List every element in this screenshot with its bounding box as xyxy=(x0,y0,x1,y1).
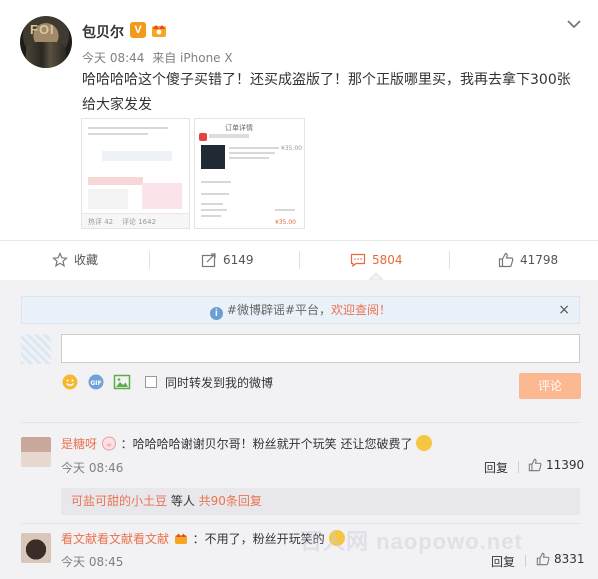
thumb-footer-left: 热评 42 xyxy=(88,218,114,226)
weibo-post: FOI 包贝尔 V 今天 08:44 来自 iPhone X 哈哈哈哈这个傻子买… xyxy=(0,0,598,240)
crown-icon xyxy=(152,25,166,37)
subreply-count[interactable]: 共90条回复 xyxy=(199,494,262,508)
subreply-middle: 等人 xyxy=(167,494,199,508)
post-meta: 今天 08:44 来自 iPhone X xyxy=(82,49,233,66)
submit-comment-button[interactable]: 评论 xyxy=(519,373,581,399)
active-tab-pointer xyxy=(369,272,383,280)
watermark: 百人网 naopowo.net xyxy=(300,529,523,554)
comment-user[interactable]: 是糖呀 xyxy=(61,437,97,451)
notice-text[interactable]: #微博辟谣#平台， xyxy=(227,303,331,317)
laugh-emoji-icon xyxy=(416,435,433,451)
notice-welcome[interactable]: 欢迎查阅！ xyxy=(331,303,391,317)
svg-text:GIF: GIF xyxy=(90,380,101,387)
emoji-icon[interactable] xyxy=(61,373,79,391)
favorite-button[interactable]: 收藏 xyxy=(52,241,98,279)
thumb-up-icon xyxy=(528,458,542,472)
avatar-logo-text: FOI xyxy=(30,22,55,37)
comment-like-count: 11390 xyxy=(546,458,585,472)
gif-icon[interactable]: GIF xyxy=(87,373,105,391)
thumb-total: ¥35.00 xyxy=(275,219,296,226)
star-icon xyxy=(52,252,68,268)
reply-button[interactable]: 回复 xyxy=(484,459,508,476)
thumb-up-icon xyxy=(498,252,514,268)
comment-like-button[interactable]: 8331 xyxy=(536,552,585,566)
repost-checkbox-label: 同时转发到我的微博 xyxy=(165,375,274,390)
repost-checkbox[interactable] xyxy=(145,376,157,388)
crown-icon xyxy=(174,533,187,544)
author-avatar[interactable]: FOI xyxy=(20,16,72,68)
comment-icon xyxy=(350,253,366,268)
close-icon[interactable]: × xyxy=(558,297,570,323)
comment-user[interactable]: 看文献看文献看文献 xyxy=(61,532,169,546)
repost-count: 6149 xyxy=(223,253,254,267)
comment-text: ：哈哈哈哈谢谢贝尔哥！粉丝就开个玩笑 还让您破费了 xyxy=(120,437,413,451)
author-name[interactable]: 包贝尔 xyxy=(82,22,124,42)
comment-body: 是糖呀 ：哈哈哈哈谢谢贝尔哥！粉丝就开个玩笑 还让您破费了 xyxy=(61,435,433,453)
subreply-user[interactable]: 可盐可甜的小土豆 xyxy=(71,494,167,508)
comment-like-button[interactable]: 11390 xyxy=(528,458,584,472)
comment-tools: GIF 同时转发到我的微博 xyxy=(61,372,273,392)
thumb-up-icon xyxy=(536,552,550,566)
like-button[interactable]: 41798 xyxy=(498,241,558,279)
post-time[interactable]: 今天 08:44 xyxy=(82,51,144,65)
pig-icon xyxy=(101,436,116,451)
verified-badge: V xyxy=(130,22,146,38)
post-image-1[interactable]: 热评 42 评论 1642 xyxy=(81,118,190,229)
comment-avatar[interactable] xyxy=(21,533,51,563)
rumor-notice: i #微博辟谣#平台，欢迎查阅！ × xyxy=(21,296,580,324)
favorite-label: 收藏 xyxy=(74,253,99,267)
share-icon xyxy=(201,253,216,268)
comment-time: 今天 08:46 xyxy=(61,461,124,475)
avatar-figures xyxy=(26,42,66,68)
picture-icon[interactable] xyxy=(113,373,131,391)
comment-avatar[interactable] xyxy=(21,437,51,467)
thumb-header: 订单详情 xyxy=(225,124,253,132)
comment-time: 今天 08:45 xyxy=(61,555,124,569)
my-avatar xyxy=(21,334,51,364)
thumb-price: ¥35.00 xyxy=(281,145,302,152)
repost-button[interactable]: 6149 xyxy=(201,241,254,279)
post-text: 哈哈哈哈这个傻子买错了！还买成盗版了！那个正版哪里买，我再去拿下300张给大家发… xyxy=(82,72,571,113)
thumb-footer-right: 评论 1642 xyxy=(122,218,157,226)
comment-input[interactable] xyxy=(61,334,580,363)
like-count: 41798 xyxy=(520,253,559,267)
comment-like-count: 8331 xyxy=(554,552,585,566)
action-bar: 收藏 6149 5804 41798 xyxy=(0,240,598,280)
divider xyxy=(21,422,580,423)
info-icon: i xyxy=(209,307,223,320)
post-image-2[interactable]: 订单详情 ¥35.00 ¥35.00 xyxy=(194,118,305,229)
subreplies-summary[interactable]: 可盐可甜的小土豆 等人 共90条回复 xyxy=(61,488,580,515)
post-source[interactable]: 来自 iPhone X xyxy=(152,51,232,65)
chevron-down-icon[interactable] xyxy=(566,18,582,30)
